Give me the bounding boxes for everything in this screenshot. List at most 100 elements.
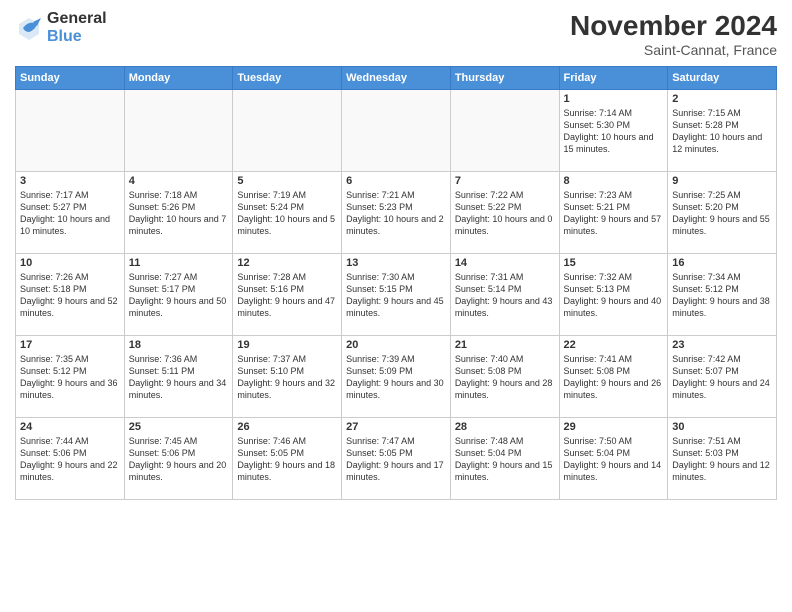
empty-cell — [450, 90, 559, 172]
header-monday: Monday — [124, 67, 233, 90]
day-number-6: 6 — [346, 175, 446, 187]
header-saturday: Saturday — [668, 67, 777, 90]
day-info-28: Sunrise: 7:48 AMSunset: 5:04 PMDaylight:… — [455, 435, 555, 484]
day-number-17: 17 — [20, 339, 120, 351]
day-number-24: 24 — [20, 421, 120, 433]
day-16: 16 Sunrise: 7:34 AMSunset: 5:12 PMDaylig… — [668, 254, 777, 336]
day-info-8: Sunrise: 7:23 AMSunset: 5:21 PMDaylight:… — [564, 189, 664, 238]
day-info-2: Sunrise: 7:15 AMSunset: 5:28 PMDaylight:… — [672, 107, 772, 156]
logo: General Blue — [15, 10, 107, 45]
day-17: 17 Sunrise: 7:35 AMSunset: 5:12 PMDaylig… — [16, 336, 125, 418]
weekday-header-row: Sunday Monday Tuesday Wednesday Thursday… — [16, 67, 777, 90]
day-info-6: Sunrise: 7:21 AMSunset: 5:23 PMDaylight:… — [346, 189, 446, 238]
day-number-11: 11 — [129, 257, 229, 269]
day-number-28: 28 — [455, 421, 555, 433]
day-info-7: Sunrise: 7:22 AMSunset: 5:22 PMDaylight:… — [455, 189, 555, 238]
day-info-24: Sunrise: 7:44 AMSunset: 5:06 PMDaylight:… — [20, 435, 120, 484]
header-sunday: Sunday — [16, 67, 125, 90]
title-area: November 2024 Saint-Cannat, France — [570, 10, 777, 58]
day-12: 12 Sunrise: 7:28 AMSunset: 5:16 PMDaylig… — [233, 254, 342, 336]
day-9: 9 Sunrise: 7:25 AMSunset: 5:20 PMDayligh… — [668, 172, 777, 254]
day-info-13: Sunrise: 7:30 AMSunset: 5:15 PMDaylight:… — [346, 271, 446, 320]
day-4: 4 Sunrise: 7:18 AMSunset: 5:26 PMDayligh… — [124, 172, 233, 254]
day-info-1: Sunrise: 7:14 AMSunset: 5:30 PMDaylight:… — [564, 107, 664, 156]
day-15: 15 Sunrise: 7:32 AMSunset: 5:13 PMDaylig… — [559, 254, 668, 336]
day-24: 24 Sunrise: 7:44 AMSunset: 5:06 PMDaylig… — [16, 418, 125, 500]
day-number-27: 27 — [346, 421, 446, 433]
page: General Blue November 2024 Saint-Cannat,… — [0, 0, 792, 612]
day-number-3: 3 — [20, 175, 120, 187]
week-row-2: 3 Sunrise: 7:17 AMSunset: 5:27 PMDayligh… — [16, 172, 777, 254]
day-27: 27 Sunrise: 7:47 AMSunset: 5:05 PMDaylig… — [342, 418, 451, 500]
day-info-18: Sunrise: 7:36 AMSunset: 5:11 PMDaylight:… — [129, 353, 229, 402]
day-info-30: Sunrise: 7:51 AMSunset: 5:03 PMDaylight:… — [672, 435, 772, 484]
day-number-22: 22 — [564, 339, 664, 351]
day-21: 21 Sunrise: 7:40 AMSunset: 5:08 PMDaylig… — [450, 336, 559, 418]
week-row-4: 17 Sunrise: 7:35 AMSunset: 5:12 PMDaylig… — [16, 336, 777, 418]
logo-general: General — [47, 10, 107, 28]
calendar: Sunday Monday Tuesday Wednesday Thursday… — [15, 66, 777, 500]
day-8: 8 Sunrise: 7:23 AMSunset: 5:21 PMDayligh… — [559, 172, 668, 254]
day-info-15: Sunrise: 7:32 AMSunset: 5:13 PMDaylight:… — [564, 271, 664, 320]
day-number-18: 18 — [129, 339, 229, 351]
day-info-19: Sunrise: 7:37 AMSunset: 5:10 PMDaylight:… — [237, 353, 337, 402]
day-number-5: 5 — [237, 175, 337, 187]
day-info-14: Sunrise: 7:31 AMSunset: 5:14 PMDaylight:… — [455, 271, 555, 320]
day-number-12: 12 — [237, 257, 337, 269]
day-number-20: 20 — [346, 339, 446, 351]
day-number-19: 19 — [237, 339, 337, 351]
day-2: 2 Sunrise: 7:15 AMSunset: 5:28 PMDayligh… — [668, 90, 777, 172]
day-info-25: Sunrise: 7:45 AMSunset: 5:06 PMDaylight:… — [129, 435, 229, 484]
header-tuesday: Tuesday — [233, 67, 342, 90]
day-7: 7 Sunrise: 7:22 AMSunset: 5:22 PMDayligh… — [450, 172, 559, 254]
day-info-22: Sunrise: 7:41 AMSunset: 5:08 PMDaylight:… — [564, 353, 664, 402]
month-title: November 2024 — [570, 10, 777, 42]
day-number-7: 7 — [455, 175, 555, 187]
day-number-16: 16 — [672, 257, 772, 269]
day-13: 13 Sunrise: 7:30 AMSunset: 5:15 PMDaylig… — [342, 254, 451, 336]
day-info-11: Sunrise: 7:27 AMSunset: 5:17 PMDaylight:… — [129, 271, 229, 320]
day-number-30: 30 — [672, 421, 772, 433]
day-info-17: Sunrise: 7:35 AMSunset: 5:12 PMDaylight:… — [20, 353, 120, 402]
day-info-23: Sunrise: 7:42 AMSunset: 5:07 PMDaylight:… — [672, 353, 772, 402]
day-6: 6 Sunrise: 7:21 AMSunset: 5:23 PMDayligh… — [342, 172, 451, 254]
day-number-23: 23 — [672, 339, 772, 351]
day-25: 25 Sunrise: 7:45 AMSunset: 5:06 PMDaylig… — [124, 418, 233, 500]
day-info-27: Sunrise: 7:47 AMSunset: 5:05 PMDaylight:… — [346, 435, 446, 484]
day-30: 30 Sunrise: 7:51 AMSunset: 5:03 PMDaylig… — [668, 418, 777, 500]
location: Saint-Cannat, France — [570, 42, 777, 58]
day-number-13: 13 — [346, 257, 446, 269]
day-info-20: Sunrise: 7:39 AMSunset: 5:09 PMDaylight:… — [346, 353, 446, 402]
day-20: 20 Sunrise: 7:39 AMSunset: 5:09 PMDaylig… — [342, 336, 451, 418]
day-number-29: 29 — [564, 421, 664, 433]
day-1: 1 Sunrise: 7:14 AMSunset: 5:30 PMDayligh… — [559, 90, 668, 172]
day-11: 11 Sunrise: 7:27 AMSunset: 5:17 PMDaylig… — [124, 254, 233, 336]
logo-icon — [15, 14, 43, 42]
day-info-26: Sunrise: 7:46 AMSunset: 5:05 PMDaylight:… — [237, 435, 337, 484]
day-number-1: 1 — [564, 93, 664, 105]
day-number-21: 21 — [455, 339, 555, 351]
week-row-5: 24 Sunrise: 7:44 AMSunset: 5:06 PMDaylig… — [16, 418, 777, 500]
day-info-12: Sunrise: 7:28 AMSunset: 5:16 PMDaylight:… — [237, 271, 337, 320]
week-row-3: 10 Sunrise: 7:26 AMSunset: 5:18 PMDaylig… — [16, 254, 777, 336]
day-number-15: 15 — [564, 257, 664, 269]
day-number-10: 10 — [20, 257, 120, 269]
day-22: 22 Sunrise: 7:41 AMSunset: 5:08 PMDaylig… — [559, 336, 668, 418]
day-26: 26 Sunrise: 7:46 AMSunset: 5:05 PMDaylig… — [233, 418, 342, 500]
day-number-8: 8 — [564, 175, 664, 187]
day-19: 19 Sunrise: 7:37 AMSunset: 5:10 PMDaylig… — [233, 336, 342, 418]
week-row-1: 1 Sunrise: 7:14 AMSunset: 5:30 PMDayligh… — [16, 90, 777, 172]
header: General Blue November 2024 Saint-Cannat,… — [15, 10, 777, 58]
day-29: 29 Sunrise: 7:50 AMSunset: 5:04 PMDaylig… — [559, 418, 668, 500]
header-thursday: Thursday — [450, 67, 559, 90]
day-info-3: Sunrise: 7:17 AMSunset: 5:27 PMDaylight:… — [20, 189, 120, 238]
day-info-10: Sunrise: 7:26 AMSunset: 5:18 PMDaylight:… — [20, 271, 120, 320]
empty-cell — [16, 90, 125, 172]
header-friday: Friday — [559, 67, 668, 90]
day-number-14: 14 — [455, 257, 555, 269]
empty-cell — [342, 90, 451, 172]
day-info-16: Sunrise: 7:34 AMSunset: 5:12 PMDaylight:… — [672, 271, 772, 320]
day-info-5: Sunrise: 7:19 AMSunset: 5:24 PMDaylight:… — [237, 189, 337, 238]
day-info-29: Sunrise: 7:50 AMSunset: 5:04 PMDaylight:… — [564, 435, 664, 484]
day-number-9: 9 — [672, 175, 772, 187]
